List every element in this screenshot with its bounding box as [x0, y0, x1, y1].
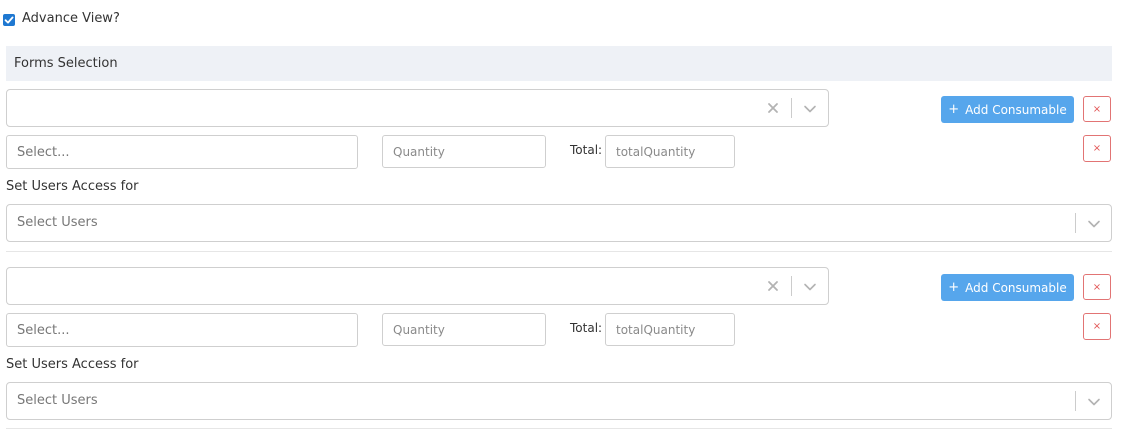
quantity-placeholder: Quantity — [393, 322, 445, 337]
chevron-down-icon[interactable] — [1087, 216, 1101, 235]
item-select[interactable]: Select... — [6, 135, 358, 169]
users-select-placeholder: Select Users — [17, 215, 98, 230]
total-quantity-placeholder: totalQuantity — [616, 144, 696, 159]
advance-view-checkbox[interactable] — [3, 14, 15, 26]
users-access-label: Set Users Access for — [6, 179, 139, 194]
total-quantity-input[interactable]: totalQuantity — [605, 135, 735, 168]
consumable-select[interactable] — [6, 267, 829, 305]
close-icon: × — [1092, 321, 1102, 332]
quantity-placeholder: Quantity — [393, 144, 445, 159]
chevron-down-icon[interactable] — [803, 101, 817, 120]
users-access-label: Set Users Access for — [6, 357, 139, 372]
close-icon[interactable] — [767, 278, 779, 296]
check-icon — [4, 16, 14, 24]
users-select[interactable]: Select Users — [6, 382, 1112, 420]
close-icon[interactable] — [767, 100, 779, 118]
remove-block-button[interactable]: × — [1083, 96, 1111, 122]
add-consumable-label: Add Consumable — [965, 102, 1067, 117]
chevron-down-icon[interactable] — [1087, 394, 1101, 413]
add-consumable-button[interactable]: + Add Consumable — [941, 96, 1074, 123]
plus-icon: + — [948, 280, 960, 295]
select-separator — [791, 98, 792, 118]
remove-row-button[interactable]: × — [1083, 313, 1111, 340]
item-select-placeholder: Select... — [17, 144, 70, 160]
total-label: Total: — [570, 321, 603, 335]
quantity-input[interactable]: Quantity — [382, 135, 546, 168]
total-label: Total: — [570, 143, 603, 157]
select-separator — [791, 276, 792, 296]
users-select[interactable]: Select Users — [6, 204, 1112, 242]
close-icon: × — [1092, 143, 1102, 154]
close-icon: × — [1092, 103, 1102, 115]
remove-block-button[interactable]: × — [1083, 274, 1111, 300]
forms-selection-title: Forms Selection — [14, 56, 118, 71]
block-divider — [6, 428, 1112, 429]
select-separator — [1075, 391, 1076, 411]
add-consumable-label: Add Consumable — [965, 280, 1067, 295]
total-quantity-input[interactable]: totalQuantity — [605, 313, 735, 346]
chevron-down-icon[interactable] — [803, 279, 817, 298]
item-select[interactable]: Select... — [6, 313, 358, 347]
block-divider — [6, 251, 1112, 252]
remove-row-button[interactable]: × — [1083, 135, 1111, 162]
users-select-placeholder: Select Users — [17, 393, 98, 408]
item-select-placeholder: Select... — [17, 322, 70, 338]
add-consumable-button[interactable]: + Add Consumable — [941, 274, 1074, 301]
plus-icon: + — [948, 102, 960, 117]
select-separator — [1075, 213, 1076, 233]
close-icon: × — [1092, 281, 1102, 293]
forms-selection-header — [6, 46, 1112, 81]
consumable-select[interactable] — [6, 89, 829, 127]
total-quantity-placeholder: totalQuantity — [616, 322, 696, 337]
advance-view-label[interactable]: Advance View? — [22, 11, 120, 26]
quantity-input[interactable]: Quantity — [382, 313, 546, 346]
